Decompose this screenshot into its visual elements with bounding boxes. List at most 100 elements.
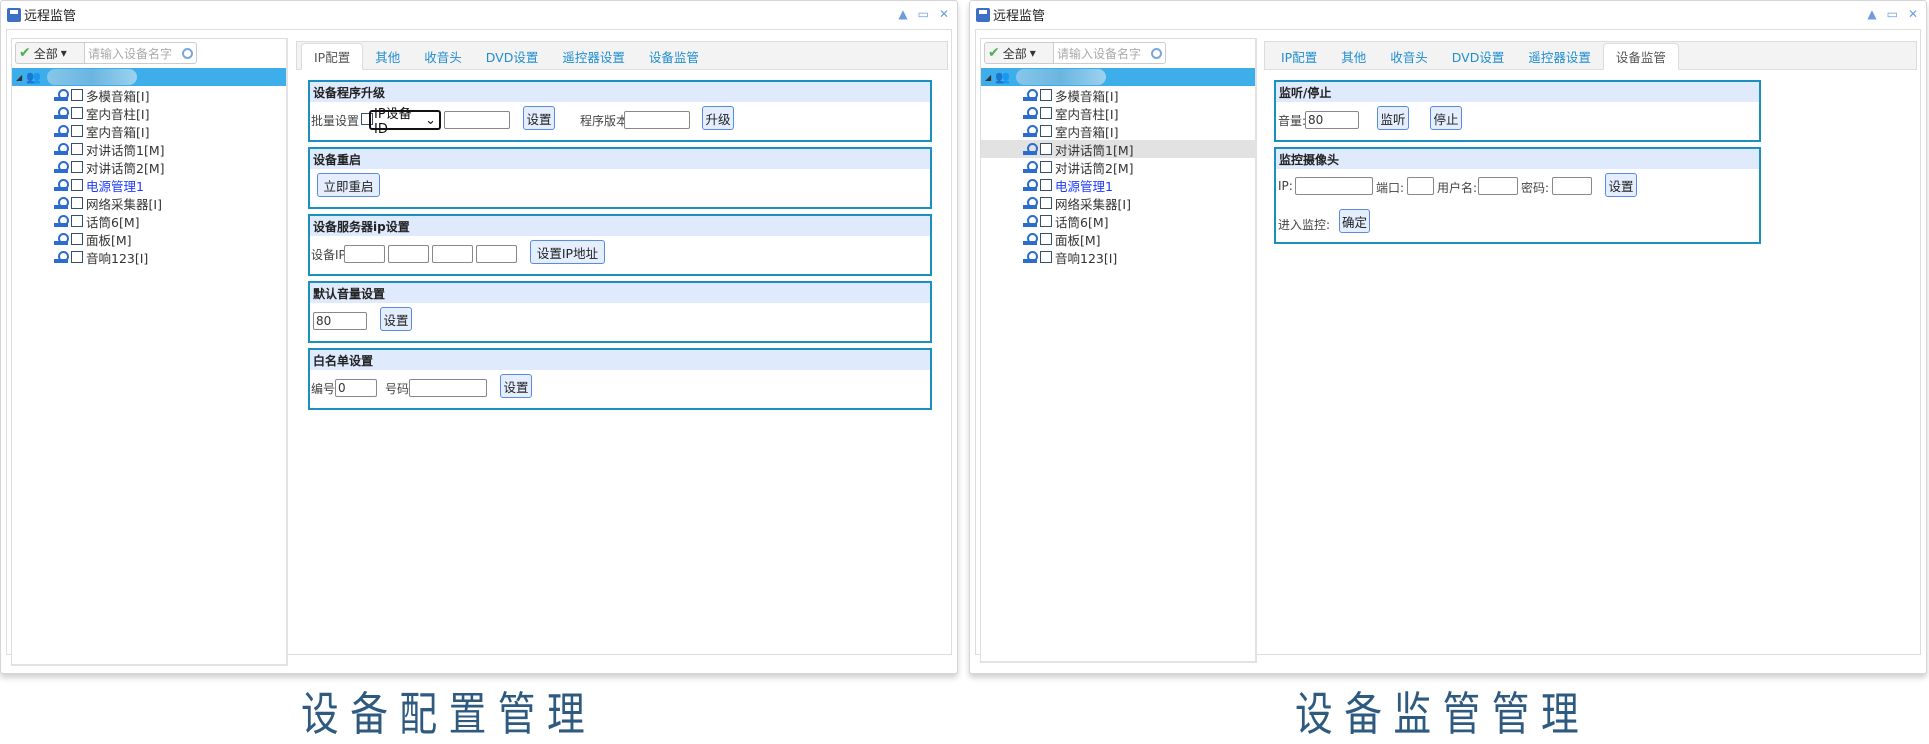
listen-button[interactable]: 监听 xyxy=(1377,106,1409,130)
username-input[interactable] xyxy=(1478,177,1518,195)
tree-item[interactable]: 音响123[I] xyxy=(981,248,1255,266)
tree-item[interactable]: 对讲话筒2[M] xyxy=(981,158,1255,176)
item-checkbox[interactable] xyxy=(1040,89,1052,101)
tab-0[interactable]: IP配置 xyxy=(1269,44,1329,69)
tab-0[interactable]: IP配置 xyxy=(301,43,364,70)
tree-item[interactable]: 面板[M] xyxy=(981,230,1255,248)
tab-4[interactable]: 遥控器设置 xyxy=(1516,44,1603,69)
item-checkbox[interactable] xyxy=(71,197,83,209)
device-type-select[interactable]: IP设备ID ⌄ xyxy=(369,107,441,137)
item-checkbox[interactable] xyxy=(71,233,83,245)
tree-item[interactable]: 网络采集器[I] xyxy=(12,194,286,212)
tree-item[interactable]: 电源管理1 xyxy=(981,176,1255,194)
tree-item[interactable]: 对讲话筒2[M] xyxy=(12,158,286,176)
version-input[interactable] xyxy=(624,111,690,129)
listen-section: 监听/停止 音量: 80 监听 停止 xyxy=(1274,80,1761,142)
item-checkbox[interactable] xyxy=(71,215,83,227)
ip-octet-4[interactable] xyxy=(476,245,517,263)
default-volume-input[interactable]: 80 xyxy=(313,312,367,330)
tree-item[interactable]: 多模音箱[I] xyxy=(12,86,286,104)
tree-item[interactable]: 室内音箱[I] xyxy=(12,122,286,140)
item-checkbox[interactable] xyxy=(1040,161,1052,173)
camera-ip-input[interactable] xyxy=(1295,177,1373,195)
collapse-icon[interactable]: ▲ xyxy=(898,7,907,21)
tab-3[interactable]: DVD设置 xyxy=(474,44,551,69)
tree-item[interactable]: 面板[M] xyxy=(12,230,286,248)
filter-dropdown[interactable]: ✔ 全部 ▾ xyxy=(984,42,1054,64)
item-checkbox[interactable] xyxy=(1040,251,1052,263)
tree-item[interactable]: 对讲话筒1[M] xyxy=(981,140,1255,158)
tree-item[interactable]: 室内音柱[I] xyxy=(981,104,1255,122)
item-label: 对讲话筒2[M] xyxy=(86,160,165,176)
tree-item[interactable]: 电源管理1 xyxy=(12,176,286,194)
tree-item[interactable]: 话筒6[M] xyxy=(12,212,286,230)
stop-button[interactable]: 停止 xyxy=(1430,106,1462,130)
device-id-input[interactable] xyxy=(444,111,510,129)
restart-now-button[interactable]: 立即重启 xyxy=(317,173,380,197)
set-whitelist-button[interactable]: 设置 xyxy=(500,374,532,398)
set-camera-button[interactable]: 设置 xyxy=(1605,173,1637,197)
number-input[interactable] xyxy=(409,379,487,397)
tab-4[interactable]: 遥控器设置 xyxy=(550,44,637,69)
item-checkbox[interactable] xyxy=(1040,179,1052,191)
tree-item[interactable]: 音响123[I] xyxy=(12,248,286,266)
item-checkbox[interactable] xyxy=(1040,143,1052,155)
item-checkbox[interactable] xyxy=(71,161,83,173)
expand-triangle-icon[interactable]: ◢ xyxy=(16,73,22,82)
volume-input[interactable]: 80 xyxy=(1305,111,1359,129)
tab-1[interactable]: 其他 xyxy=(1329,44,1378,69)
ip-octet-2[interactable] xyxy=(388,245,429,263)
tree-root[interactable]: ◢ 👥 xyxy=(12,68,286,86)
maximize-icon[interactable]: ▭ xyxy=(1887,7,1898,21)
device-search-input[interactable]: 请输入设备名字 xyxy=(85,42,197,64)
device-icon xyxy=(54,143,69,155)
tree-item[interactable]: 网络采集器[I] xyxy=(981,194,1255,212)
password-input[interactable] xyxy=(1552,177,1592,195)
item-checkbox[interactable] xyxy=(1040,197,1052,209)
filter-dropdown[interactable]: ✔ 全部 ▾ xyxy=(15,42,85,64)
upgrade-button[interactable]: 升级 xyxy=(702,106,734,130)
tab-bar: IP配置 其他 收音头 DVD设置 遥控器设置 设备监管 xyxy=(1264,41,1917,70)
filter-label: 全部 xyxy=(33,46,58,61)
tree-root[interactable]: ◢ 👥 xyxy=(981,68,1255,86)
ip-octet-3[interactable] xyxy=(432,245,473,263)
set-ip-button[interactable]: 设置IP地址 xyxy=(530,240,605,264)
tab-2[interactable]: 收音头 xyxy=(412,44,474,69)
expand-triangle-icon[interactable]: ◢ xyxy=(985,73,991,82)
search-icon[interactable] xyxy=(1151,47,1162,59)
tree-item[interactable]: 话筒6[M] xyxy=(981,212,1255,230)
close-icon[interactable]: ✕ xyxy=(1908,7,1918,21)
item-checkbox[interactable] xyxy=(71,89,83,101)
section-title: 默认音量设置 xyxy=(310,283,930,303)
item-checkbox[interactable] xyxy=(71,143,83,155)
tree-item[interactable]: 对讲话筒1[M] xyxy=(12,140,286,158)
item-label: 话筒6[M] xyxy=(1055,214,1109,230)
set-button[interactable]: 设置 xyxy=(523,106,555,130)
item-checkbox[interactable] xyxy=(1040,125,1052,137)
confirm-button[interactable]: 确定 xyxy=(1339,209,1370,233)
tab-3[interactable]: DVD设置 xyxy=(1440,44,1517,69)
port-input[interactable] xyxy=(1407,177,1434,195)
item-checkbox[interactable] xyxy=(71,107,83,119)
item-checkbox[interactable] xyxy=(1040,107,1052,119)
search-icon[interactable] xyxy=(182,47,193,59)
tree-item[interactable]: 多模音箱[I] xyxy=(981,86,1255,104)
tab-2[interactable]: 收音头 xyxy=(1378,44,1440,69)
tab-5[interactable]: 设备监管 xyxy=(1602,43,1679,70)
close-icon[interactable]: ✕ xyxy=(939,7,949,21)
item-checkbox[interactable] xyxy=(71,251,83,263)
ip-octet-1[interactable] xyxy=(344,245,385,263)
set-volume-button[interactable]: 设置 xyxy=(380,307,412,331)
item-checkbox[interactable] xyxy=(71,179,83,191)
item-checkbox[interactable] xyxy=(1040,215,1052,227)
tree-item[interactable]: 室内音箱[I] xyxy=(981,122,1255,140)
id-input[interactable]: 0 xyxy=(335,379,377,397)
tree-item[interactable]: 室内音柱[I] xyxy=(12,104,286,122)
device-search-input[interactable]: 请输入设备名字 xyxy=(1054,42,1166,64)
maximize-icon[interactable]: ▭ xyxy=(918,7,929,21)
collapse-icon[interactable]: ▲ xyxy=(1867,7,1876,21)
tab-1[interactable]: 其他 xyxy=(363,44,412,69)
item-checkbox[interactable] xyxy=(1040,233,1052,245)
item-checkbox[interactable] xyxy=(71,125,83,137)
tab-5[interactable]: 设备监管 xyxy=(637,44,711,69)
